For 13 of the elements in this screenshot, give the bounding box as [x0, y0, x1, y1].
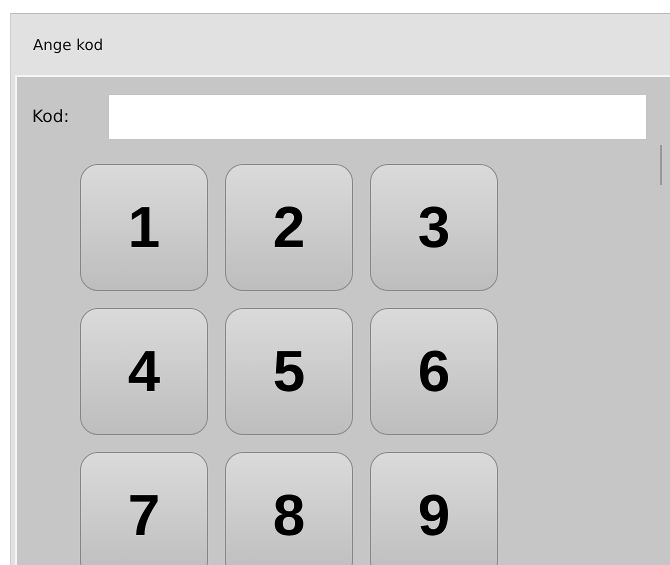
- scrollbar[interactable]: [660, 145, 662, 185]
- digit-key[interactable]: 5: [225, 308, 353, 435]
- digit-key[interactable]: 1: [80, 164, 208, 291]
- digit-key[interactable]: 6: [370, 308, 498, 435]
- code-field[interactable]: [109, 95, 646, 139]
- digit-key[interactable]: 9: [370, 452, 498, 565]
- digit-key[interactable]: 2: [225, 164, 353, 291]
- digit-key[interactable]: 4: [80, 308, 208, 435]
- window-title: Ange kod: [33, 36, 104, 54]
- digit-key[interactable]: 3: [370, 164, 498, 291]
- digit-key[interactable]: 8: [225, 452, 353, 565]
- field-label: Kod:: [32, 107, 70, 127]
- digit-key[interactable]: 7: [80, 452, 208, 565]
